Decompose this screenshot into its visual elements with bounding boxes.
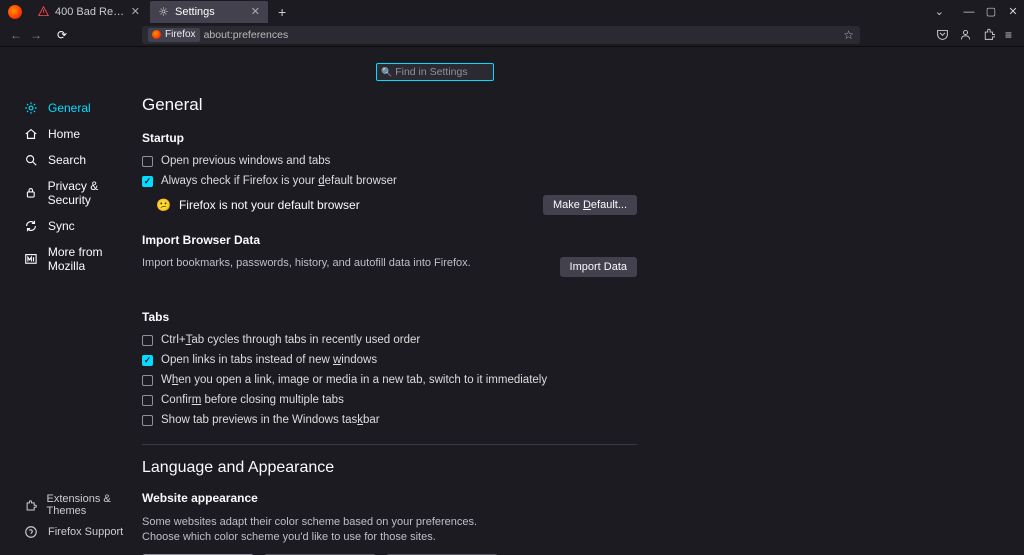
sidebar-firefox-support[interactable]: Firefox Support — [0, 521, 142, 543]
reload-button[interactable]: ⟳ — [52, 28, 72, 42]
maximize-button[interactable]: ▢ — [980, 5, 1002, 18]
website-appearance-heading: Website appearance — [142, 491, 637, 505]
sidebar-item-home[interactable]: Home — [0, 121, 142, 147]
lock-icon — [24, 186, 38, 200]
tab-close-icon[interactable]: ✕ — [131, 5, 140, 18]
sidebar-item-privacy[interactable]: Privacy & Security — [0, 173, 142, 213]
checkbox-icon — [142, 375, 153, 386]
app-menu-icon[interactable]: ≡ — [1005, 28, 1012, 42]
checkbox-label: Ctrl+Tab cycles through tabs in recently… — [161, 334, 420, 346]
mozilla-icon — [24, 252, 38, 266]
firefox-icon — [152, 30, 161, 39]
search-icon: 🔍 — [381, 67, 392, 78]
checkbox-icon — [142, 395, 153, 406]
checkbox-switch-on-open[interactable]: When you open a link, image or media in … — [142, 374, 637, 386]
address-bar[interactable]: Firefox about:preferences ☆ — [142, 26, 860, 44]
make-default-button[interactable]: Make Default... — [543, 195, 637, 215]
checkbox-ctrl-tab[interactable]: Ctrl+Tab cycles through tabs in recently… — [142, 334, 637, 346]
sidebar-label: Firefox Support — [48, 526, 123, 538]
startup-heading: Startup — [142, 131, 637, 145]
tab-close-icon[interactable]: ✕ — [251, 5, 260, 18]
checkbox-label: Always check if Firefox is your default … — [161, 175, 397, 187]
sync-icon — [24, 219, 38, 233]
new-tab-button[interactable]: + — [270, 4, 294, 20]
tab-title: 400 Bad Request — [55, 6, 125, 18]
sidebar-extensions-themes[interactable]: Extensions & Themes — [0, 489, 142, 521]
find-in-settings[interactable]: 🔍 — [376, 63, 494, 81]
default-browser-status: Firefox is not your default browser — [179, 198, 360, 212]
extensions-icon[interactable] — [982, 28, 995, 41]
sidebar-label: Extensions & Themes — [47, 493, 142, 517]
checkbox-label: Confirm before closing multiple tabs — [161, 394, 344, 406]
checkbox-label: Open links in tabs instead of new window… — [161, 354, 377, 366]
tab-overflow-icon[interactable]: ⌄ — [935, 5, 944, 18]
section-divider — [142, 444, 637, 445]
page-title: General — [142, 95, 637, 115]
import-desc: Import bookmarks, passwords, history, an… — [142, 257, 530, 269]
sidebar-item-more-mozilla[interactable]: More from Mozilla — [0, 239, 142, 279]
import-data-button[interactable]: Import Data — [560, 257, 637, 277]
minimize-button[interactable]: ― — [958, 6, 980, 18]
checkbox-icon — [142, 355, 153, 366]
help-icon — [24, 525, 38, 539]
checkbox-confirm-close[interactable]: Confirm before closing multiple tabs — [142, 394, 637, 406]
puzzle-icon — [24, 498, 37, 512]
url-text: about:preferences — [204, 29, 289, 41]
bookmark-star-icon[interactable]: ☆ — [843, 28, 854, 42]
checkbox-icon — [142, 156, 153, 167]
close-window-button[interactable]: ✕ — [1002, 5, 1024, 18]
checkbox-icon — [142, 415, 153, 426]
appearance-desc: Some websites adapt their color scheme b… — [142, 515, 492, 546]
back-button[interactable]: ← — [6, 28, 26, 42]
sidebar-label: Sync — [48, 219, 75, 233]
tab-bad-request[interactable]: 400 Bad Request ✕ — [30, 1, 148, 23]
sidebar-item-search[interactable]: Search — [0, 147, 142, 173]
error-favicon — [38, 6, 49, 17]
sidebar-item-general[interactable]: General — [0, 95, 142, 121]
checkbox-always-check-default[interactable]: Always check if Firefox is your default … — [142, 175, 637, 187]
account-icon[interactable] — [959, 28, 972, 41]
checkbox-open-links-tabs[interactable]: Open links in tabs instead of new window… — [142, 354, 637, 366]
sidebar-label: Privacy & Security — [48, 179, 142, 207]
sidebar-label: More from Mozilla — [48, 245, 142, 273]
gear-favicon — [158, 6, 169, 17]
checkbox-label: Show tab previews in the Windows taskbar — [161, 414, 380, 426]
forward-button: → — [26, 28, 46, 42]
checkbox-icon — [142, 176, 153, 187]
gear-icon — [24, 101, 38, 115]
home-icon — [24, 127, 38, 141]
tab-settings[interactable]: Settings ✕ — [150, 1, 268, 23]
checkbox-label: Open previous windows and tabs — [161, 155, 330, 167]
firefox-url-badge: Firefox — [148, 28, 200, 42]
frown-icon: 😕 — [156, 198, 171, 212]
checkbox-icon — [142, 335, 153, 346]
firefox-logo — [8, 5, 22, 19]
sidebar-label: Home — [48, 127, 80, 141]
settings-sidebar: General Home Search Privacy & Security S… — [0, 47, 142, 555]
checkbox-open-previous[interactable]: Open previous windows and tabs — [142, 155, 637, 167]
sidebar-label: Search — [48, 153, 86, 167]
pocket-icon[interactable] — [936, 28, 949, 41]
sidebar-item-sync[interactable]: Sync — [0, 213, 142, 239]
tabs-heading: Tabs — [142, 310, 637, 324]
checkbox-taskbar-previews[interactable]: Show tab previews in the Windows taskbar — [142, 414, 637, 426]
find-input[interactable] — [395, 66, 489, 78]
search-icon — [24, 153, 38, 167]
tab-title: Settings — [175, 6, 245, 18]
appearance-heading: Language and Appearance — [142, 459, 637, 477]
checkbox-label: When you open a link, image or media in … — [161, 374, 547, 386]
sidebar-label: General — [48, 101, 91, 115]
import-heading: Import Browser Data — [142, 233, 637, 247]
